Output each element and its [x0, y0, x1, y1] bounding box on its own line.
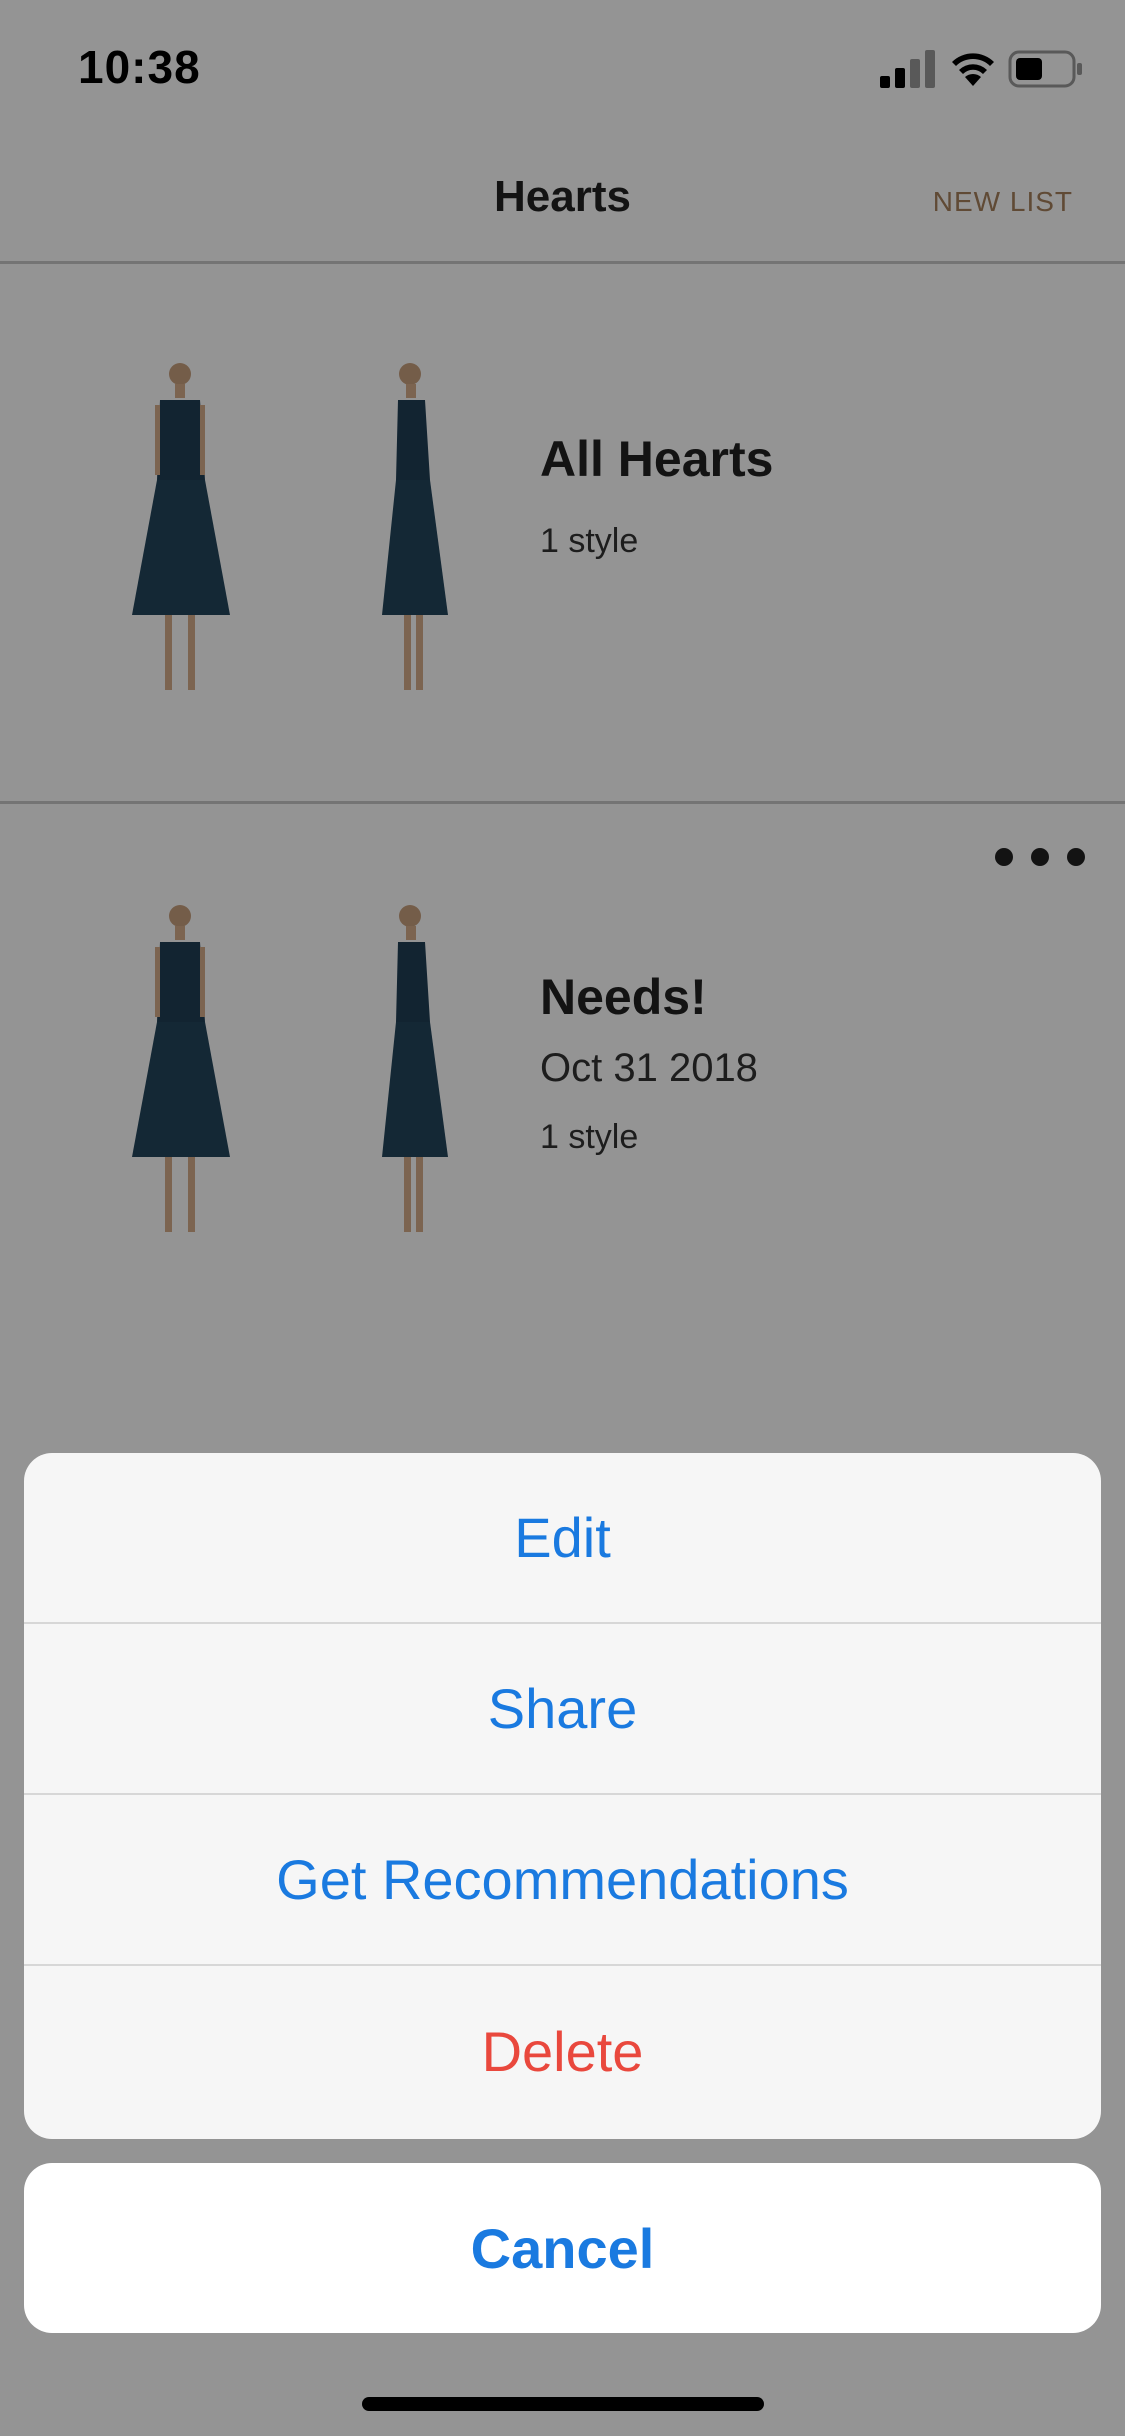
action-sheet: Edit Share Get Recommendations Delete: [24, 1453, 1101, 2139]
home-indicator[interactable]: [362, 2397, 764, 2411]
share-button[interactable]: Share: [24, 1624, 1101, 1795]
delete-button[interactable]: Delete: [24, 1966, 1101, 2137]
edit-button[interactable]: Edit: [24, 1453, 1101, 1624]
cancel-button[interactable]: Cancel: [24, 2163, 1101, 2333]
get-recommendations-button[interactable]: Get Recommendations: [24, 1795, 1101, 1966]
